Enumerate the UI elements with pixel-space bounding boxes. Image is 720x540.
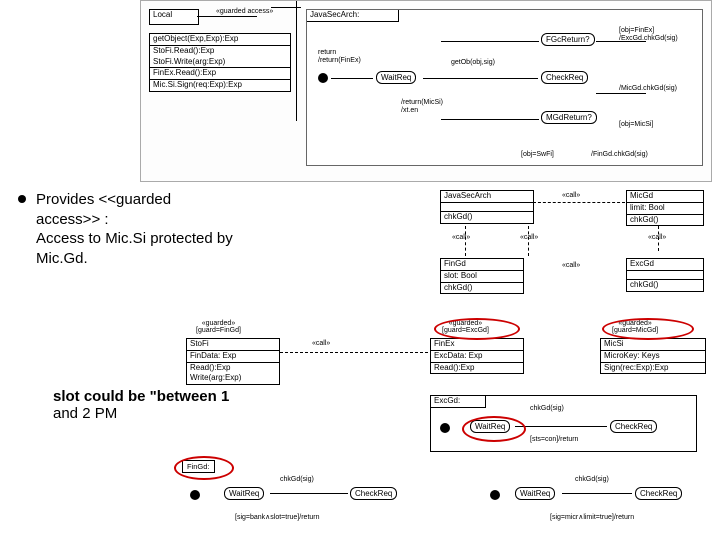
jsa-title: JavaSecArch: [307,10,399,22]
excgd-initial-icon [440,423,450,433]
micsi-attr: MicroKey: Keys [601,351,705,362]
local-label: Local [150,10,198,21]
body-text: slot could be "between 1 and 2 PM [18,388,278,422]
ops-l5: Mic.Si.Sign(req:Exp):Exp [150,79,290,91]
fingd-attr: slot: Bool [441,271,523,282]
return-label-2: /return(FinEx) [318,57,361,64]
excgd-title: ExcGd [627,259,703,271]
fgc-state: FGcReturn? [541,33,595,46]
excgd-class: ExcGd chkGd() [626,258,704,292]
ops-l4: FinEx.Read():Exp [150,67,290,79]
fingd-op: chkGd() [441,282,523,294]
micgd-waitreq: WaitReq [515,487,555,500]
waitreq-state: WaitReq [376,71,416,84]
ops-l1: getObject(Exp,Exp):Exp [150,34,290,45]
ops-box: getObject(Exp,Exp):Exp StoFi.Read():Exp … [149,33,291,92]
call-label-2: «call» [452,234,470,241]
bullet-text: Provides <<guarded access>> : Access to … [36,190,233,268]
local-box: Local [149,9,199,25]
bullet-l4: Mic.Gd. [36,250,88,267]
excgd-op: chkGd() [627,279,703,291]
excgd-chk: chkGd(sig) [530,405,564,412]
fingd-checkreq: CheckReq [350,487,397,500]
excgd-waitreq: WaitReq [470,420,510,433]
fingd-chk: chkGd(sig) [280,476,314,483]
micsi-op: Sign(rec:Exp):Exp [601,362,705,374]
return-label-1: return [318,49,336,56]
micgd-title: MicGd [627,191,703,203]
bullet-dot-icon [18,195,26,203]
jsa-class-op: chkGd() [441,211,533,223]
checkreq-state: CheckReq [541,71,588,84]
stofi-op1: Read():Exp [187,362,279,374]
call-label-5: «call» [562,262,580,269]
initial-state-icon [318,73,328,83]
fingd-cond: [sig=bank∧slot=true]/return [235,513,320,521]
finex-attr: ExcData: Exp [431,351,523,362]
body-l2: and 2 PM [53,405,117,422]
stofi-guarded-tag: «guarded»[guard=FinGd] [196,320,241,334]
guard-g6: /FinGd.chkGd(sig) [591,151,648,158]
ops-l2: StoFi.Read():Exp [150,45,290,57]
finex-title: FinEx [431,339,523,351]
fingd-waitreq: WaitReq [224,487,264,500]
finex-class: FinEx ExcData: Exp Read():Exp [430,338,524,374]
jsa-class: JavaSecArch chkGd() [440,190,534,224]
bullet-l2: access>> : [36,211,109,228]
micsi-guarded-tag: «guarded»[guard=MicGd] [612,320,658,334]
return-label-3: /return(MicSi) [401,99,443,106]
micgd-chk: chkGd(sig) [575,476,609,483]
stofi-attr: FinData: Exp [187,351,279,362]
stofi-class: StoFi FinData: Exp Read():Exp Write(arg:… [186,338,280,385]
finex-guarded-tag: «guarded»[guard=ExcGd] [442,320,489,334]
excgd-cond: [sts=con]/return [530,436,578,443]
excgd-sm-title: ExcGd: [431,396,486,408]
guard-g3: /MicGd.chkGd(sig) [619,85,677,92]
guarded-access-label: «guarded access» [216,8,273,15]
finex-op: Read():Exp [431,362,523,374]
right-uml-diagram: JavaSecArch chkGd() MicGd limit: Bool ch… [300,190,710,540]
micsi-title: MicSi [601,339,705,351]
call-label-6: «call» [312,340,330,347]
micgd-attr: limit: Bool [627,203,703,214]
guard-g5: [obj=SwFi] [521,151,554,158]
getob-label: getOb(obj,sig) [451,59,495,66]
return-label-4: /xt.en [401,107,418,114]
fingd-initial-icon [190,490,200,500]
micgd-initial-icon [490,490,500,500]
guard-g2: /ExcGd.chkGd(sig) [619,35,678,42]
stofi-op2: Write(arg:Exp) [187,373,279,384]
bullet-l3: Access to Mic.Si protected by [36,230,233,247]
body-l1: slot could be "between 1 [53,388,229,405]
jsa-class-title: JavaSecArch [441,191,533,203]
guard-g4: [obj=MicSi] [619,121,653,128]
fingd-class: FinGd slot: Bool chkGd() [440,258,524,294]
micgd-cond: [sig=micr∧limit=true]/return [550,513,634,521]
bullet-item: Provides <<guarded access>> : Access to … [18,190,278,268]
micgd-class: MicGd limit: Bool chkGd() [626,190,704,226]
bullet-l1: Provides <<guarded [36,191,171,208]
excgd-checkreq: CheckReq [610,420,657,433]
stofi-title: StoFi [187,339,279,351]
ops-l3: StoFi.Write(arg:Exp) [150,57,290,68]
mgd-state: MGdReturn? [541,111,597,124]
call-label-1: «call» [562,192,580,199]
fingd-sm-title: FinGd: [182,460,215,473]
guard-g1: [obj=FinEx] [619,27,654,34]
micgd-op: chkGd() [627,214,703,226]
fingd-title: FinGd [441,259,523,271]
micsi-class: MicSi MicroKey: Keys Sign(rec:Exp):Exp [600,338,706,374]
top-uml-diagram: Local «guarded access» getObject(Exp,Exp… [140,0,712,182]
micgd-checkreq: CheckReq [635,487,682,500]
